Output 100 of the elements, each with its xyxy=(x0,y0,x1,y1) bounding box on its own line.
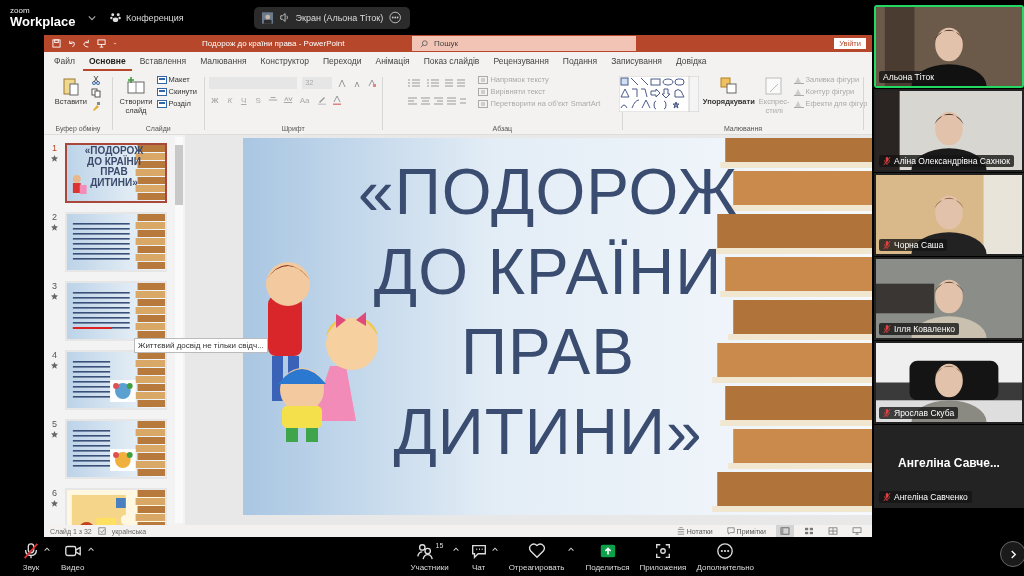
participant-name: Аліна Олександрівна Сахнюк xyxy=(894,156,1010,166)
ribbon-tab[interactable]: Подання xyxy=(556,53,604,71)
video-tile[interactable]: Ярослав Скуба xyxy=(874,341,1024,424)
save-icon[interactable] xyxy=(52,39,61,48)
window-title: Подорож до країни права - PowerPoint xyxy=(202,39,346,48)
undo-icon[interactable] xyxy=(67,39,76,48)
slide-thumbnail[interactable]: «ПОДОРОЖ ДО КРАЇНИ ПРАВ ДИТИНИ» xyxy=(65,143,167,203)
toolbar-button[interactable]: Поделиться xyxy=(585,541,630,572)
video-tile[interactable]: Ілля Коваленко xyxy=(874,257,1024,340)
toolbar-button[interactable]: Чат xyxy=(469,541,488,572)
star-icon xyxy=(51,500,58,507)
highlighter-icon[interactable] xyxy=(316,95,327,105)
share-indicator-label: Экран (Альона Тіток) xyxy=(295,12,384,23)
apps-icon xyxy=(654,541,672,560)
arrange-icon xyxy=(718,76,739,96)
toolbar-button[interactable]: Отреагировать xyxy=(508,541,565,572)
toolbar-button[interactable]: Звук xyxy=(22,541,40,572)
brand-name: Workplace xyxy=(10,15,77,28)
shapes-gallery[interactable] xyxy=(618,76,699,112)
star-icon xyxy=(51,431,58,438)
ribbon-tab[interactable]: Довідка xyxy=(670,53,713,71)
participant-name: Ангеліна Савченко xyxy=(894,492,968,502)
speaker-icon xyxy=(279,12,290,23)
video-tile[interactable]: Альона Тіток xyxy=(874,5,1024,88)
more-icon[interactable] xyxy=(389,11,402,24)
spacing-icon[interactable] xyxy=(282,95,293,105)
comment-icon xyxy=(726,527,735,535)
more-icon xyxy=(716,541,735,560)
brand-caption: zoom xyxy=(10,7,31,15)
text-option-icon xyxy=(478,99,489,108)
text-option-icon xyxy=(478,87,489,96)
quick-styles-icon xyxy=(764,76,785,96)
thumbnail-title: ДО КРАЇНИ xyxy=(87,156,141,167)
caret-icon[interactable] xyxy=(567,545,576,552)
layout-icon xyxy=(156,99,167,108)
grow-font-icon[interactable] xyxy=(337,78,348,88)
slide-number: 1 xyxy=(52,143,57,153)
slide-number: 5 xyxy=(52,419,57,429)
ribbon-tab[interactable]: Показ слайдів xyxy=(417,53,486,71)
notes-icon xyxy=(676,527,685,535)
microphone-icon xyxy=(22,541,40,560)
toolbar-button[interactable]: Приложения xyxy=(639,541,687,572)
participant-name: Чорна Саша xyxy=(894,240,944,250)
ribbon-tab[interactable]: Записування xyxy=(605,53,668,71)
people-icon xyxy=(415,541,434,560)
new-slide-icon xyxy=(126,76,147,96)
ribbon-tab[interactable]: Малювання xyxy=(194,53,253,71)
caret-icon[interactable] xyxy=(451,545,460,552)
participant-tile[interactable]: Ангеліна Савче... Ангеліна Савченко xyxy=(874,425,1024,508)
copy-icon[interactable] xyxy=(90,88,101,98)
ribbon-tab[interactable]: Файл xyxy=(48,53,81,71)
chevron-down-icon[interactable] xyxy=(88,14,96,21)
view-button[interactable] xyxy=(776,525,794,537)
ribbon-tab[interactable]: Рецензування xyxy=(487,53,555,71)
toolbar-button[interactable]: Видео xyxy=(61,541,85,572)
ribbon-tab[interactable]: Основне xyxy=(82,53,132,71)
caret-icon[interactable] xyxy=(43,545,51,552)
toolbar-button[interactable]: Дополнительно xyxy=(696,541,754,572)
video-tile[interactable]: Чорна Саша xyxy=(874,173,1024,256)
font-color-icon[interactable] xyxy=(331,95,342,105)
avatar-icon xyxy=(261,11,274,24)
shape-format-icon xyxy=(793,99,804,108)
thumbnail-title: ПРАВ xyxy=(100,167,128,178)
participant-name: Альона Тіток xyxy=(883,72,934,82)
ribbon-tab[interactable]: Переходи xyxy=(317,53,368,71)
reading-view-icon xyxy=(828,527,838,535)
slideshow-icon xyxy=(852,527,862,535)
text-option-icon xyxy=(478,75,489,84)
search-field[interactable]: Пошук xyxy=(412,36,636,51)
participant-name: Ярослав Скуба xyxy=(894,408,955,418)
slide-number: 3 xyxy=(52,281,57,291)
redo-icon[interactable] xyxy=(82,39,91,48)
scissors-icon[interactable] xyxy=(90,75,101,85)
grid-view-icon xyxy=(804,527,814,535)
thumbnail-title: ДИТИНИ» xyxy=(90,177,138,188)
slide-number: 2 xyxy=(52,212,57,222)
ribbon-tab[interactable]: Конструктор xyxy=(254,53,315,71)
star-icon xyxy=(51,155,58,162)
ribbon-tab[interactable]: Анімація xyxy=(369,53,416,71)
caret-icon[interactable] xyxy=(87,545,96,552)
clipboard-icon xyxy=(60,76,81,96)
format-painter-icon[interactable] xyxy=(90,101,101,111)
paw-icon xyxy=(110,12,121,23)
chevron-right-icon xyxy=(1008,549,1018,559)
meeting-button[interactable]: Конференция xyxy=(110,12,184,23)
next-page-button[interactable] xyxy=(1000,541,1024,567)
participant-display-name: Ангеліна Савче... xyxy=(898,455,1000,470)
layout-icon xyxy=(156,75,167,84)
search-icon xyxy=(420,39,428,48)
participant-name: Ілля Коваленко xyxy=(894,324,955,334)
layout-icon xyxy=(156,87,167,96)
video-tile[interactable]: Аліна Олександрівна Сахнюк xyxy=(874,89,1024,172)
clear-format-icon[interactable] xyxy=(367,78,378,88)
ribbon-tab[interactable]: Вставлення xyxy=(133,53,193,71)
caret-icon[interactable] xyxy=(490,545,499,552)
presentation-icon[interactable] xyxy=(97,39,106,48)
star-icon xyxy=(51,293,58,300)
normal-view-icon xyxy=(780,527,790,535)
tooltip: Життєвий досвід не тільки свідч... xyxy=(134,338,268,353)
spellcheck-icon[interactable] xyxy=(97,527,106,535)
